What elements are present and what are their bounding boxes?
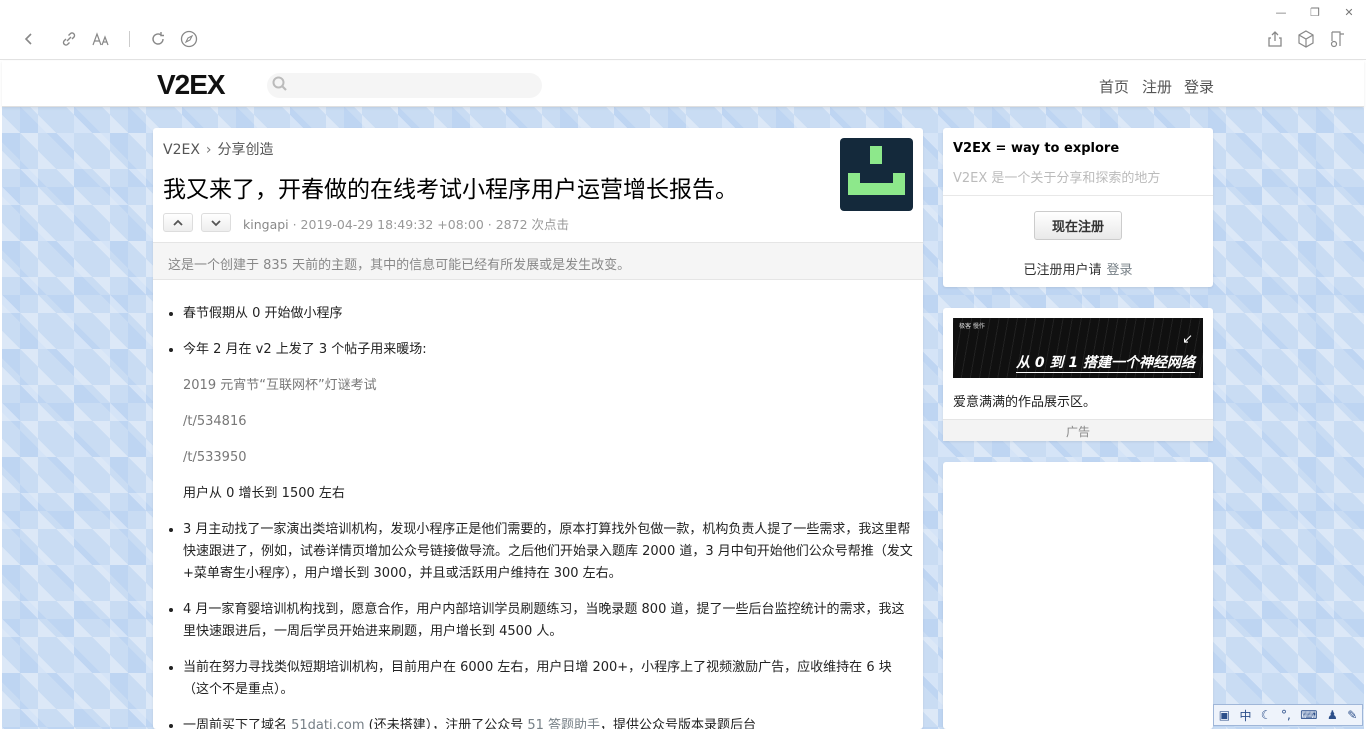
site-slogan: V2EX = way to explore bbox=[953, 141, 1120, 156]
domain-link[interactable]: 51dati.com bbox=[291, 718, 364, 729]
close-button[interactable]: ✕ bbox=[1335, 2, 1363, 22]
font-size-icon[interactable] bbox=[90, 28, 112, 50]
chevron-down-icon bbox=[211, 219, 221, 226]
topic-meta: kingapi · 2019-04-29 18:49:32 +08:00 · 2… bbox=[243, 214, 569, 233]
author-avatar[interactable] bbox=[840, 138, 913, 211]
author-link[interactable]: kingapi bbox=[243, 217, 289, 232]
topic-link[interactable]: /t/534816 bbox=[183, 411, 913, 433]
login-link[interactable]: 登录 bbox=[1107, 263, 1133, 278]
welcome-box: V2EX = way to explore V2EX 是一个关于分享和探索的地方… bbox=[943, 128, 1213, 287]
toolbar-divider bbox=[129, 31, 130, 47]
topic-card: V2EX › 分享创造 我又来了，开春做的在线考试小程序用户运营增长报告。 king… bbox=[153, 128, 923, 729]
user-icon[interactable]: ♟ bbox=[1327, 708, 1338, 722]
topic-link[interactable]: /t/533950 bbox=[183, 447, 913, 469]
restore-button[interactable]: ❐ bbox=[1301, 2, 1329, 22]
register-button[interactable]: 现在注册 bbox=[1034, 211, 1122, 240]
site-header: V2EX 首页 注册 登录 bbox=[2, 61, 1364, 107]
ad-banner-text: 从 0 到 1 搭建一个神经网络 bbox=[1016, 352, 1195, 373]
reload-icon[interactable] bbox=[147, 28, 169, 50]
ime-mode[interactable]: 中 bbox=[1239, 707, 1251, 724]
chevron-up-icon bbox=[173, 219, 183, 226]
list-item-text: (还未搭建），注册了公众号 bbox=[364, 718, 528, 729]
search-icon bbox=[271, 75, 289, 97]
topic-content: 春节假期从 0 开始做小程序 今年 2 月在 v2 上发了 3 个帖子用来暖场:… bbox=[163, 303, 913, 729]
nav-login[interactable]: 登录 bbox=[1184, 76, 1214, 97]
nav-home[interactable]: 首页 bbox=[1099, 76, 1129, 97]
paragraph: 用户从 0 增长到 1500 左右 bbox=[183, 486, 345, 501]
ad-box: 极客 慢作 ↙ 从 0 到 1 搭建一个神经网络 爱意满满的作品展示区。 广告 bbox=[943, 308, 1213, 441]
keyboard-icon[interactable]: ⌨ bbox=[1300, 708, 1317, 722]
divider bbox=[943, 195, 1213, 196]
topic-meta-info: · 2019-04-29 18:49:32 +08:00 · 2872 次点击 bbox=[288, 217, 569, 232]
breadcrumb-site[interactable]: V2EX bbox=[163, 142, 200, 158]
link-icon[interactable] bbox=[58, 28, 80, 50]
ad-brand: 极客 慢作 bbox=[959, 323, 985, 330]
site-description: V2EX 是一个关于分享和探索的地方 bbox=[953, 171, 1161, 186]
music-icon[interactable] bbox=[1326, 28, 1348, 50]
breadcrumb-separator: › bbox=[205, 142, 212, 158]
login-hint: 已注册用户请 登录 bbox=[943, 259, 1213, 278]
sidebar-empty-box bbox=[943, 462, 1213, 729]
list-item: 今年 2 月在 v2 上发了 3 个帖子用来暖场: 2019 元宵节“互联网杯”… bbox=[183, 339, 913, 505]
browser-toolbar: — ❐ ✕ bbox=[0, 0, 1366, 60]
site-logo[interactable]: V2EX bbox=[157, 69, 226, 101]
list-item: 当前在努力寻找类似短期培训机构，目前用户在 6000 左右，用户日增 200+，… bbox=[183, 657, 913, 701]
search-box[interactable] bbox=[267, 73, 542, 98]
list-item-text: 一周前买下了域名 bbox=[183, 718, 292, 729]
cube-icon[interactable] bbox=[1295, 28, 1317, 50]
account-link[interactable]: 51 答题助手 bbox=[527, 718, 600, 729]
login-hint-text: 已注册用户请 bbox=[1023, 263, 1102, 278]
list-item: 3 月主动找了一家演出类培训机构，发现小程序正是他们需要的，原本打算找外包做一款… bbox=[183, 519, 913, 585]
topic-title: 我又来了，开春做的在线考试小程序用户运营增长报告。 bbox=[163, 177, 738, 203]
upvote-button[interactable] bbox=[163, 213, 193, 232]
wrench-icon[interactable]: ✎ bbox=[1347, 708, 1357, 722]
topic-link[interactable]: 2019 元宵节“互联网杯”灯谜考试 bbox=[183, 375, 913, 397]
minimize-button[interactable]: — bbox=[1267, 2, 1295, 22]
list-item: 春节假期从 0 开始做小程序 bbox=[183, 303, 913, 325]
ime-logo-icon: ▣ bbox=[1218, 708, 1231, 722]
ad-label: 广告 bbox=[943, 419, 1213, 441]
list-item-text: 今年 2 月在 v2 上发了 3 个帖子用来暖场: bbox=[183, 342, 427, 357]
back-icon[interactable] bbox=[18, 28, 40, 50]
ad-banner[interactable]: 极客 慢作 ↙ 从 0 到 1 搭建一个神经网络 bbox=[953, 318, 1203, 378]
list-item: 4 月一家育婴培训机构找到，愿意合作，用户内部培训学员刷题练习，当晚录题 800… bbox=[183, 599, 913, 643]
list-item-text: ，提供公众号版本录题后台 bbox=[600, 718, 757, 729]
share-icon[interactable] bbox=[1264, 28, 1286, 50]
list-item: 一周前买下了域名 51dati.com (还未搭建），注册了公众号 51 答题助… bbox=[183, 715, 913, 729]
breadcrumb-node[interactable]: 分享创造 bbox=[218, 142, 274, 158]
moon-icon[interactable]: ☾ bbox=[1261, 708, 1272, 722]
ad-caption[interactable]: 爱意满满的作品展示区。 bbox=[953, 391, 1096, 410]
breadcrumb: V2EX › 分享创造 bbox=[163, 139, 274, 159]
ime-toolbar[interactable]: ▣ 中 ☾ °, ⌨ ♟ ✎ bbox=[1213, 704, 1363, 726]
nav-register[interactable]: 注册 bbox=[1142, 76, 1172, 97]
punctuation-icon[interactable]: °, bbox=[1281, 708, 1291, 722]
downvote-button[interactable] bbox=[201, 213, 231, 232]
arrow-icon: ↙ bbox=[1182, 332, 1193, 347]
compass-icon[interactable] bbox=[178, 28, 200, 50]
outdated-notice: 这是一个创建于 835 天前的主题，其中的信息可能已经有所发展或是发生改变。 bbox=[153, 242, 923, 280]
vote-controls bbox=[163, 213, 231, 232]
